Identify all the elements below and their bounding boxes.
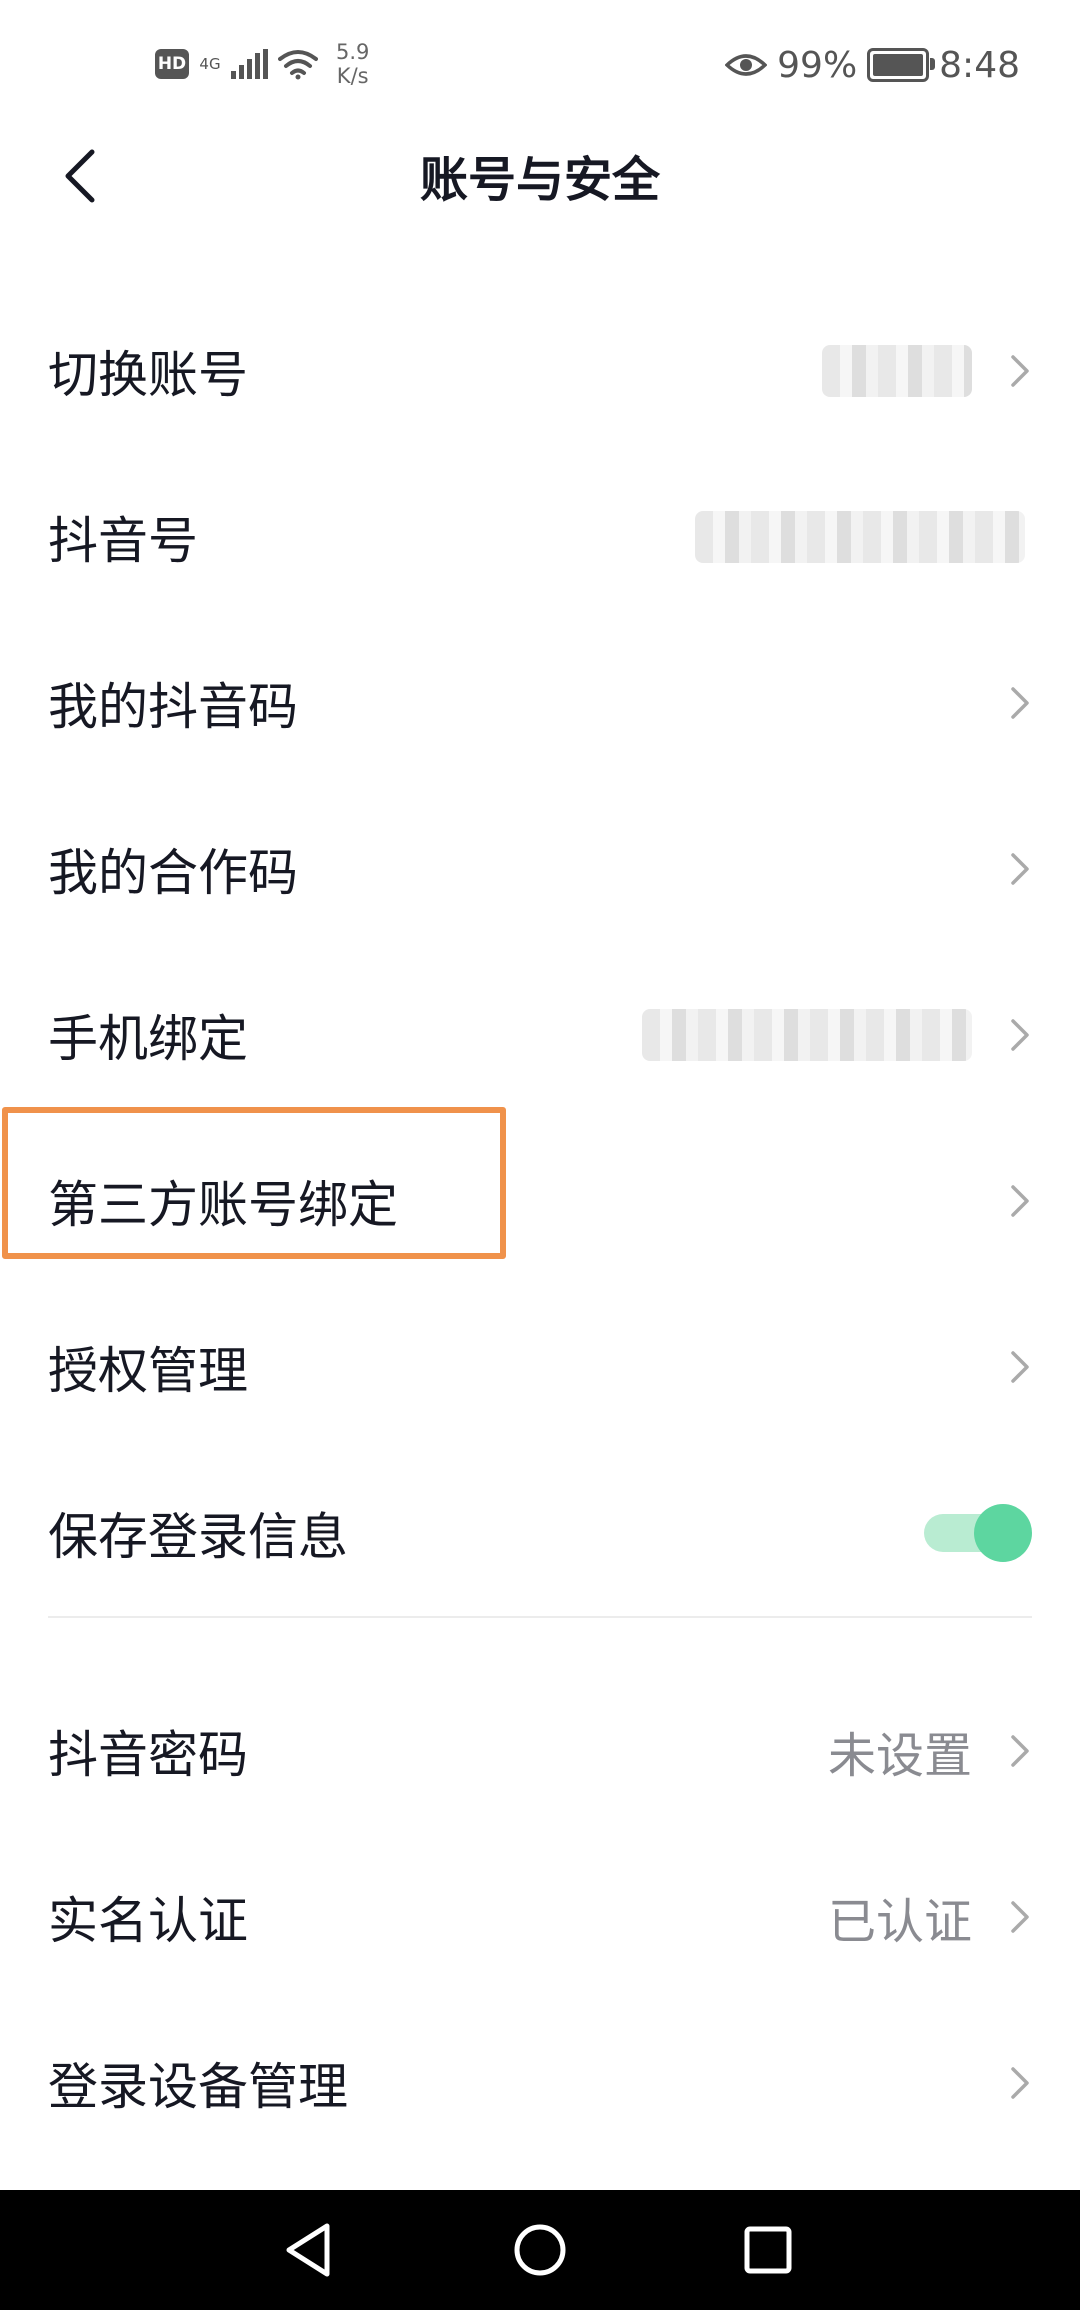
row-auth-management[interactable]: 授权管理 — [0, 1284, 1080, 1450]
wifi-icon — [278, 50, 318, 80]
speed-unit: K/s — [336, 64, 369, 88]
nav-home-button[interactable] — [504, 2214, 576, 2286]
row-phone-binding[interactable]: 手机绑定 — [0, 952, 1080, 1118]
row-value: 未设置 — [827, 1728, 972, 1784]
chevron-right-icon — [1002, 2059, 1038, 2107]
account-name-redacted — [822, 345, 972, 397]
row-label: 我的抖音码 — [48, 678, 298, 736]
system-nav-bar — [0, 2190, 1080, 2310]
chevron-right-icon — [1002, 1177, 1038, 1225]
section-divider — [48, 1616, 1032, 1618]
row-label: 我的合作码 — [48, 844, 298, 902]
row-label: 手机绑定 — [48, 1010, 248, 1068]
chevron-right-icon — [1002, 845, 1038, 893]
row-label: 抖音号 — [48, 512, 198, 570]
signal-icon — [231, 49, 268, 79]
square-recent-icon — [744, 2226, 792, 2274]
page-title: 账号与安全 — [419, 152, 660, 208]
row-douyin-id[interactable]: 抖音号 — [0, 454, 1080, 620]
row-save-login-info: 保存登录信息 — [0, 1450, 1080, 1616]
nav-back-button[interactable] — [272, 2214, 344, 2286]
nav-recent-button[interactable] — [732, 2214, 804, 2286]
network-type: 4G — [199, 54, 221, 73]
row-label: 实名认证 — [48, 1892, 248, 1950]
speed-value: 5.9 — [336, 40, 370, 64]
row-label: 抖音密码 — [48, 1726, 248, 1784]
battery-percent: 99% — [777, 44, 858, 86]
row-switch-account[interactable]: 切换账号 — [0, 288, 1080, 454]
row-my-douyin-code[interactable]: 我的抖音码 — [0, 620, 1080, 786]
row-value: 已认证 — [827, 1894, 972, 1950]
row-label: 登录设备管理 — [48, 2058, 348, 2116]
row-my-coop-code[interactable]: 我的合作码 — [0, 786, 1080, 952]
chevron-right-icon — [1002, 1343, 1038, 1391]
eye-icon — [725, 54, 768, 76]
status-bar: HD 4G 5.9 K/s 99% 8:48 — [0, 0, 1080, 126]
row-label: 切换账号 — [48, 346, 248, 404]
status-right: 99% 8:48 — [725, 38, 1020, 92]
circle-home-icon — [514, 2224, 566, 2276]
chevron-right-icon — [1002, 679, 1038, 727]
triangle-back-icon — [286, 2223, 330, 2277]
nav-header: 账号与安全 — [0, 126, 1080, 220]
douyin-id-redacted — [695, 511, 1025, 563]
chevron-right-icon — [1002, 1893, 1038, 1941]
save-login-toggle[interactable] — [924, 1504, 1032, 1562]
row-label: 保存登录信息 — [48, 1508, 348, 1566]
row-douyin-password[interactable]: 抖音密码 未设置 — [0, 1668, 1080, 1834]
row-real-name[interactable]: 实名认证 已认证 — [0, 1834, 1080, 2000]
network-speed: 5.9 K/s — [336, 40, 369, 88]
highlight-box — [2, 1107, 506, 1259]
phone-number-redacted — [642, 1009, 972, 1061]
row-device-management[interactable]: 登录设备管理 — [0, 2000, 1080, 2166]
clock: 8:48 — [939, 44, 1020, 86]
chevron-right-icon — [1002, 347, 1038, 395]
chevron-right-icon — [1002, 1727, 1038, 1775]
chevron-right-icon — [1002, 1011, 1038, 1059]
battery-icon — [867, 48, 936, 82]
row-label: 授权管理 — [48, 1342, 248, 1400]
hd-badge: HD — [155, 49, 189, 79]
status-left: HD 4G 5.9 K/s — [155, 34, 369, 94]
